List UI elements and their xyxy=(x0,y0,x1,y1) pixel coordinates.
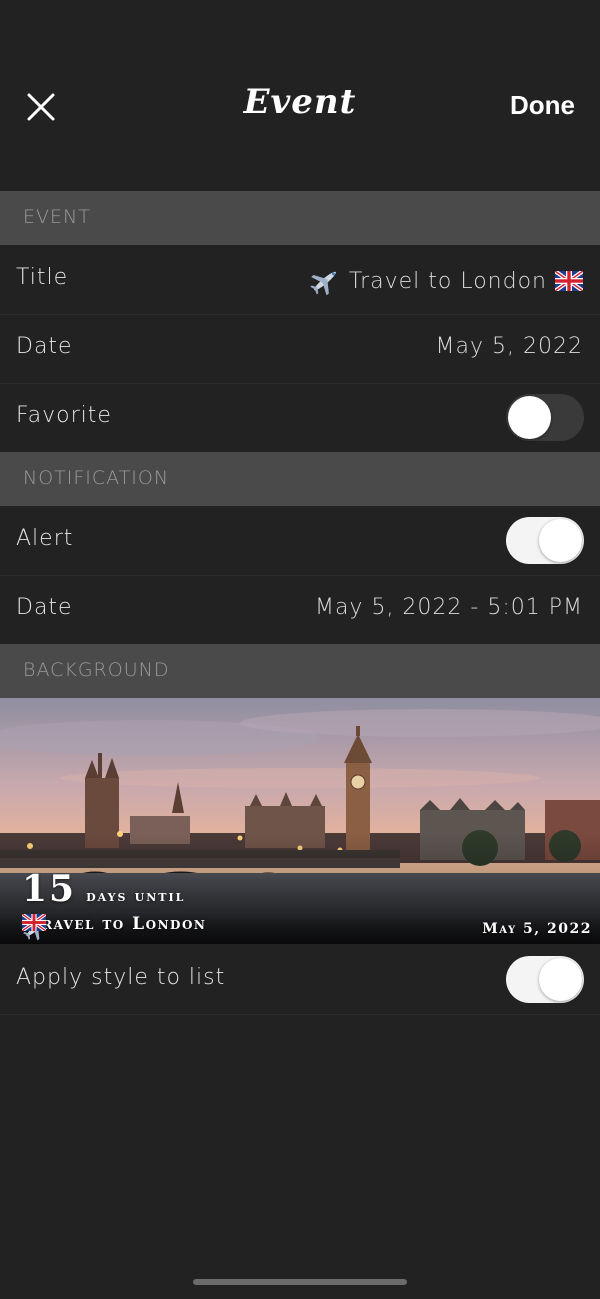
overlay-event-title-text: Travel to London xyxy=(28,914,207,934)
favorite-row: Favorite xyxy=(0,383,600,453)
overlay-event-title: Travel to London xyxy=(22,914,212,941)
toggle-knob xyxy=(539,519,582,562)
airplane-icon xyxy=(309,265,341,297)
days-count: 15 xyxy=(22,868,77,910)
navigation-bar: Event Done xyxy=(0,0,600,190)
section-header-label: NOTIFICATION xyxy=(23,467,170,489)
days-until-overlay: 15 days until xyxy=(22,868,185,910)
apply-style-row: Apply style to list xyxy=(0,945,600,1015)
section-header-event: EVENT xyxy=(0,191,600,245)
overlay-event-date: May 5, 2022 xyxy=(482,921,592,937)
notification-date-label: Date xyxy=(16,595,73,620)
notification-date-value: May 5, 2022 - 5:01 PM xyxy=(314,595,583,620)
alert-row: Alert xyxy=(0,506,600,576)
date-row[interactable]: Date May 5, 2022 xyxy=(0,314,600,384)
uk-flag-icon xyxy=(555,271,583,291)
apply-style-label: Apply style to list xyxy=(16,965,226,990)
section-header-notification: NOTIFICATION xyxy=(0,452,600,506)
notification-date-row[interactable]: Date May 5, 2022 - 5:01 PM xyxy=(0,575,600,645)
toggle-knob xyxy=(508,396,551,439)
favorite-toggle[interactable] xyxy=(506,394,584,441)
title-value-text: Travel to London xyxy=(348,268,547,294)
title-value: Travel to London xyxy=(309,265,583,297)
date-value: May 5, 2022 xyxy=(435,334,583,359)
apply-style-toggle[interactable] xyxy=(506,956,584,1003)
alert-label: Alert xyxy=(16,526,74,551)
days-until-label: days until xyxy=(86,887,186,905)
favorite-label: Favorite xyxy=(16,403,112,428)
home-indicator[interactable] xyxy=(193,1279,407,1285)
section-header-label: EVENT xyxy=(23,206,91,228)
section-header-background: BACKGROUND xyxy=(0,644,600,698)
section-header-label: BACKGROUND xyxy=(23,659,170,681)
toggle-knob xyxy=(539,958,582,1001)
alert-toggle[interactable] xyxy=(506,517,584,564)
background-preview[interactable]: 15 days until Travel to London May 5, 20… xyxy=(0,698,600,944)
title-label: Title xyxy=(16,265,69,290)
date-label: Date xyxy=(16,334,73,359)
title-row[interactable]: Title Travel to London xyxy=(0,245,600,315)
done-button[interactable]: Done xyxy=(510,90,575,121)
